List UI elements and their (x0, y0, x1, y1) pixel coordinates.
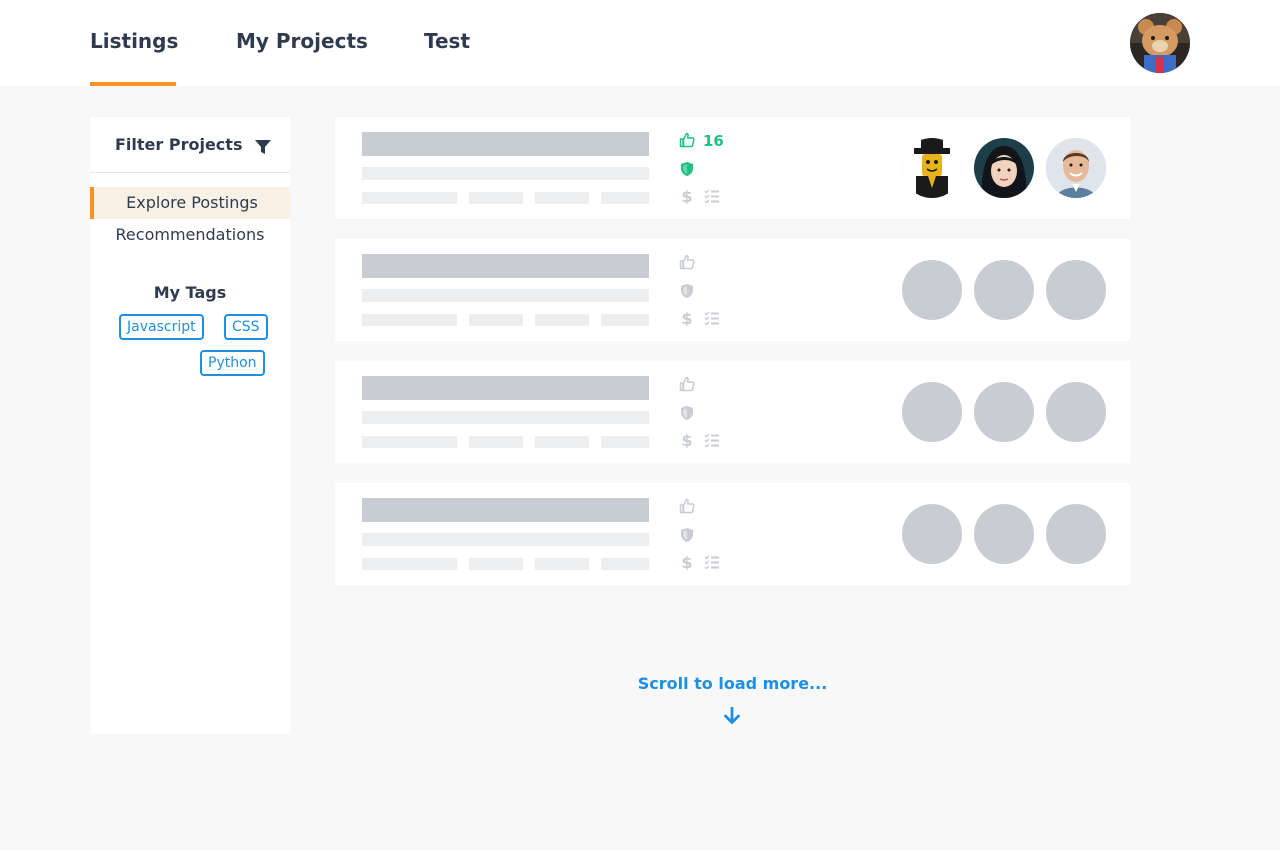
avatar-placeholder (974, 504, 1034, 564)
project-card[interactable]: $ (335, 361, 1130, 463)
sidebar: Filter Projects Explore Postings Recomme… (90, 117, 290, 734)
tag-placeholder (535, 558, 589, 570)
description-placeholder (362, 167, 649, 180)
likes-count: 16 (703, 132, 724, 150)
thumbs-up-icon[interactable] (679, 132, 695, 148)
description-placeholder (362, 533, 649, 546)
checklist-icon (704, 433, 719, 448)
avatar-placeholder (974, 382, 1034, 442)
svg-text:$: $ (681, 554, 692, 570)
tag-placeholder (535, 192, 589, 204)
sidebar-item-explore-postings[interactable]: Explore Postings (90, 187, 290, 219)
member-avatar[interactable] (902, 138, 962, 198)
filter-title: Filter Projects (115, 135, 243, 154)
avatar-placeholder (902, 504, 962, 564)
shield-icon (681, 406, 693, 420)
arrow-down-icon[interactable] (723, 707, 741, 725)
avatar-placeholder (902, 382, 962, 442)
title-placeholder (362, 132, 649, 156)
title-placeholder (362, 376, 649, 400)
tag-placeholder (469, 314, 523, 326)
description-placeholder (362, 289, 649, 302)
member-avatar[interactable] (974, 138, 1034, 198)
title-placeholder (362, 498, 649, 522)
dollar-icon: $ (681, 554, 692, 570)
thumbs-up-icon[interactable] (679, 498, 695, 514)
tag-placeholder (601, 558, 649, 570)
avatar-placeholder (902, 260, 962, 320)
tag-css[interactable]: CSS (224, 314, 268, 340)
project-card[interactable]: 16 $ (335, 117, 1130, 219)
tag-placeholder (535, 314, 589, 326)
tag-python[interactable]: Python (200, 350, 265, 376)
tab-listings[interactable]: Listings (90, 0, 178, 86)
tag-placeholder (469, 558, 523, 570)
dollar-icon: $ (681, 310, 692, 326)
avatar-placeholder (1046, 504, 1106, 564)
description-placeholder (362, 411, 649, 424)
filter-header[interactable]: Filter Projects (90, 117, 290, 173)
shield-icon (681, 162, 693, 176)
top-navigation: Listings My Projects Test (0, 0, 1280, 86)
avatar-placeholder (974, 260, 1034, 320)
dollar-icon: $ (681, 188, 692, 204)
checklist-icon (704, 311, 719, 326)
svg-text:$: $ (681, 432, 692, 448)
svg-text:$: $ (681, 310, 692, 326)
project-card[interactable]: $ (335, 239, 1130, 341)
sidebar-item-recommendations[interactable]: Recommendations (90, 219, 290, 251)
tab-my-projects[interactable]: My Projects (236, 0, 368, 86)
member-avatar[interactable] (1046, 138, 1106, 198)
tag-placeholder (362, 558, 457, 570)
tag-javascript[interactable]: Javascript (119, 314, 204, 340)
checklist-icon (704, 555, 719, 570)
svg-text:$: $ (681, 188, 692, 204)
dollar-icon: $ (681, 432, 692, 448)
avatar-placeholder (1046, 260, 1106, 320)
checklist-icon (704, 189, 719, 204)
tag-placeholder (469, 192, 523, 204)
tag-placeholder (601, 192, 649, 204)
project-card[interactable]: $ (335, 483, 1130, 585)
tag-placeholder (535, 436, 589, 448)
tag-placeholder (362, 192, 457, 204)
shield-icon (681, 284, 693, 298)
title-placeholder (362, 254, 649, 278)
tag-placeholder (601, 314, 649, 326)
tag-placeholder (362, 436, 457, 448)
tags-title: My Tags (153, 283, 227, 302)
thumbs-up-icon[interactable] (679, 376, 695, 392)
tag-placeholder (601, 436, 649, 448)
shield-icon (681, 528, 693, 542)
scroll-to-load-more[interactable]: Scroll to load more... (335, 674, 1130, 693)
tag-placeholder (469, 436, 523, 448)
tag-placeholder (362, 314, 457, 326)
thumbs-up-icon[interactable] (679, 254, 695, 270)
avatar-placeholder (1046, 382, 1106, 442)
user-avatar[interactable] (1130, 13, 1190, 73)
filter-icon[interactable] (254, 138, 272, 156)
tab-test[interactable]: Test (424, 0, 470, 86)
